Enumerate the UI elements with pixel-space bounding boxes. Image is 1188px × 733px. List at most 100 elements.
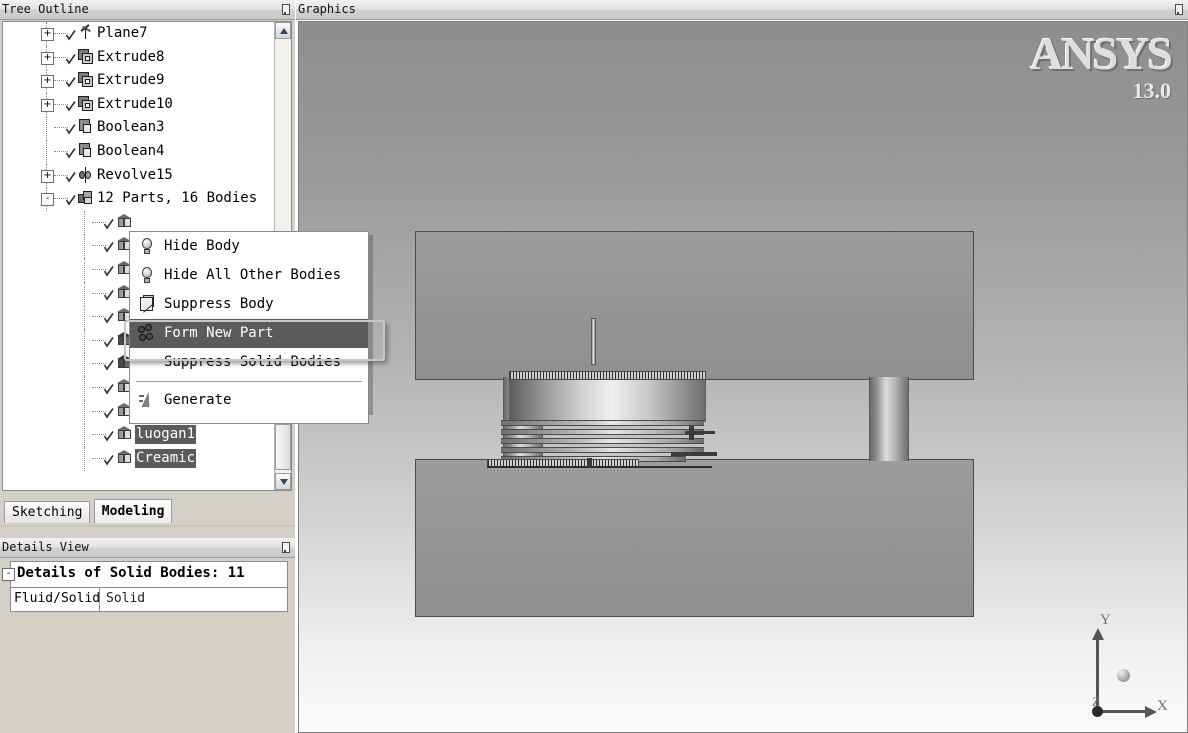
tree-guide-line [84, 281, 86, 306]
tree-item-icon [77, 119, 95, 137]
checkmark-icon [104, 265, 114, 277]
pin-icon[interactable] [1172, 3, 1184, 16]
tree-guide-line [84, 446, 86, 471]
stack-fin [501, 429, 704, 435]
tree-item-icon [77, 48, 95, 67]
checkmark-icon [104, 289, 114, 301]
tab-modeling[interactable]: Modeling [93, 499, 173, 523]
tree-item[interactable]: Creamic [3, 446, 275, 471]
tree-item[interactable]: + Revolve15 [3, 163, 275, 188]
tree-item[interactable]: + Extrude9 [3, 69, 275, 94]
details-view-panel: Details View - Details of Solid Bodies: … [0, 538, 295, 733]
context-menu-item[interactable]: Suppress Solid Bodies [130, 348, 368, 377]
tree-expander[interactable]: + [41, 51, 54, 65]
checkmark-icon [66, 53, 76, 65]
tree-item[interactable]: + Extrude10 [3, 92, 275, 117]
details-row-key: Fluid/Solid [14, 591, 101, 606]
details-grid: - Details of Solid Bodies: 11 Fluid/Soli… [2, 561, 288, 612]
coordinate-triad[interactable]: Y X Z [1069, 612, 1173, 724]
context-menu-item-label: Suppress Solid Bodies [164, 354, 342, 370]
tree-item-icon [77, 166, 95, 185]
tree-item-icon [115, 213, 133, 232]
stack-side-fitting [689, 426, 694, 440]
y-axis-label: Y [1100, 612, 1111, 628]
graphics-title: Graphics [298, 2, 356, 16]
menu-item-icon [138, 237, 157, 256]
stack-drum [509, 376, 706, 422]
tree-item[interactable]: Boolean3 [3, 116, 275, 141]
checkmark-icon [66, 30, 76, 41]
tree-expander[interactable]: - [41, 193, 54, 207]
z-axis-label: Z [1092, 694, 1100, 709]
y-axis-arrow [1092, 628, 1104, 640]
context-menu-item[interactable]: Form New Part [130, 319, 368, 348]
scrollbar-thumb[interactable] [275, 424, 291, 470]
checkmark-icon [104, 218, 114, 230]
context-menu-item-label: Suppress Body [164, 296, 274, 312]
x-axis-line [1097, 710, 1147, 713]
checkmark-icon [66, 171, 76, 183]
details-group-header[interactable]: - Details of Solid Bodies: 11 [2, 562, 287, 588]
pin-icon[interactable] [279, 541, 291, 554]
tree-guide-line [84, 257, 86, 282]
details-column-divider [99, 588, 100, 611]
stack-baseline [487, 466, 712, 468]
tree-expander[interactable]: + [41, 28, 54, 41]
tree-guide-line [84, 375, 86, 400]
probe-needle [591, 318, 596, 365]
tree-item-label: 12 Parts, 16 Bodies [97, 190, 258, 207]
scroll-down-icon[interactable] [275, 473, 291, 490]
checkmark-icon [104, 242, 114, 253]
stack-top-hatch [509, 371, 706, 380]
checkmark-icon [66, 77, 76, 88]
context-menu-item[interactable]: Hide All Other Bodies [130, 261, 368, 290]
checkmark-icon [66, 124, 76, 135]
tree-expander[interactable]: + [41, 169, 54, 183]
tree-outline-titlebar: Tree Outline [0, 0, 295, 20]
stack-center-nub [587, 458, 592, 468]
triad-sphere [1117, 669, 1130, 682]
context-menu-item[interactable]: Suppress Body [130, 290, 368, 319]
context-menu-item[interactable]: Generate [130, 386, 368, 415]
graphics-titlebar: Graphics [296, 0, 1188, 20]
tree-item-icon [115, 449, 133, 468]
menu-item-icon [138, 266, 157, 285]
tree-item[interactable]: + Extrude8 [3, 45, 275, 70]
cad-model [299, 22, 1187, 732]
x-axis-arrow [1145, 706, 1157, 718]
context-menu-item-label: Generate [164, 392, 232, 408]
tab-sketching[interactable]: Sketching [4, 501, 91, 523]
scroll-up-icon[interactable] [275, 22, 291, 39]
checkmark-icon [66, 195, 76, 206]
tree-guide-line [84, 305, 86, 330]
tree-item[interactable]: - 12 Parts, 16 Bodies [3, 187, 275, 212]
collapse-icon[interactable]: - [2, 568, 15, 581]
stack-side-fitting [671, 452, 717, 456]
tree-item[interactable]: + Plane7 [3, 22, 275, 46]
tree-item-label: luogan1 [135, 425, 197, 445]
tree-expander[interactable]: + [41, 98, 54, 112]
tree-item-icon [77, 142, 95, 161]
menu-item-icon [138, 324, 157, 343]
graphics-viewport[interactable]: ANSYS 13.0 Y X Z [298, 21, 1188, 733]
body-context-menu[interactable]: Hide Body Hide All Other Bodies Suppress B… [129, 231, 369, 424]
context-menu-item[interactable]: Hide Body [130, 232, 368, 261]
details-rows: Fluid/Solid Solid [11, 588, 287, 611]
tree-guide-line [84, 210, 86, 235]
tree-expander[interactable]: + [41, 75, 54, 89]
tree-item[interactable]: Boolean4 [3, 139, 275, 164]
tree-item-icon [77, 72, 95, 90]
context-menu-item-label: Hide All Other Bodies [164, 267, 342, 283]
checkmark-icon [104, 383, 114, 395]
tree-item[interactable]: luogan1 [3, 423, 275, 448]
details-row-value[interactable]: Solid [106, 591, 145, 606]
tree-item-label: Extrude8 [97, 48, 165, 65]
tree-item-icon [77, 95, 95, 114]
tree-item-label: Extrude10 [97, 95, 173, 112]
checkmark-icon [104, 336, 114, 348]
details-view-titlebar: Details View [0, 538, 295, 558]
upper-plate [415, 231, 974, 380]
menu-item-icon [138, 391, 157, 410]
details-row[interactable]: Fluid/Solid Solid [11, 588, 287, 611]
pin-icon[interactable] [279, 3, 291, 16]
